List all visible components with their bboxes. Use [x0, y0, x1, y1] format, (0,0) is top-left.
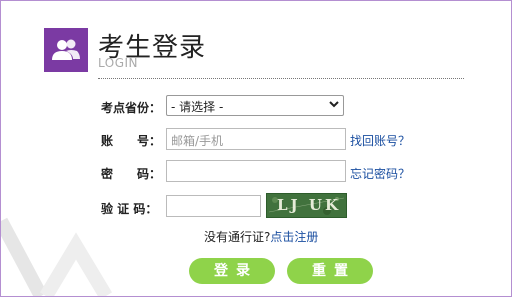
- users-icon: [44, 28, 88, 72]
- province-label: 考点省份：: [101, 101, 162, 115]
- province-select[interactable]: - 请选择 -: [166, 95, 344, 116]
- captcha-input[interactable]: [166, 195, 261, 217]
- header-divider: [98, 78, 464, 79]
- captcha-image[interactable]: LJ UK: [266, 193, 347, 218]
- chevron-down-icon: [329, 101, 339, 108]
- password-input[interactable]: [166, 160, 346, 182]
- register-prefix: 没有通行证?: [204, 230, 271, 244]
- forgot-password-link[interactable]: 忘记密码？: [350, 165, 410, 182]
- login-panel: 考生登录 LOGIN 考点省份： - 请选择 - 账 号： 邮箱/手机 找回账号…: [0, 0, 512, 297]
- register-link[interactable]: 点击注册: [270, 230, 318, 244]
- account-label: 账 号：: [101, 134, 162, 148]
- login-button[interactable]: 登录: [189, 258, 275, 284]
- reset-button[interactable]: 重置: [287, 258, 373, 284]
- captcha-label: 验 证 码：: [101, 202, 158, 216]
- password-label: 密 码：: [101, 167, 162, 181]
- page-subtitle: LOGIN: [98, 56, 139, 70]
- province-selected-value: - 请选择 -: [171, 100, 224, 114]
- account-placeholder: 邮箱/手机: [171, 134, 224, 148]
- register-prompt: 没有通行证?点击注册: [204, 228, 318, 245]
- account-input[interactable]: 邮箱/手机: [166, 128, 346, 150]
- recover-account-link[interactable]: 找回账号？: [350, 132, 410, 149]
- captcha-text: LJ UK: [277, 196, 341, 214]
